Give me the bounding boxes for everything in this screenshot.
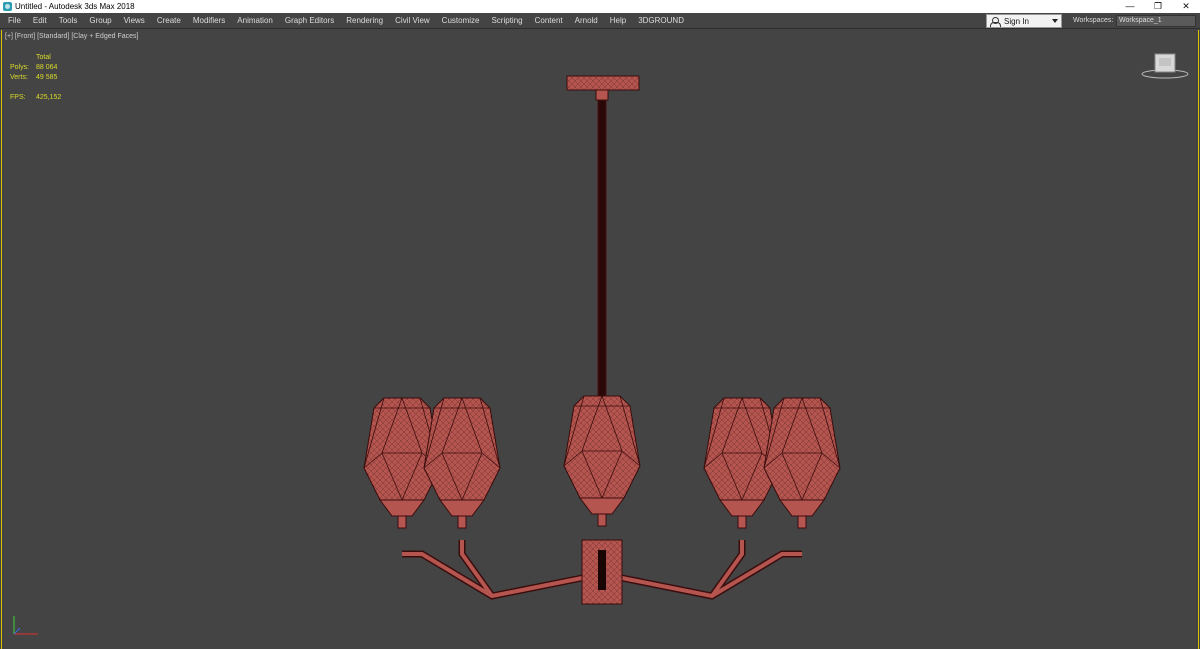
menu-group[interactable]: Group (83, 13, 117, 29)
window-controls: — ❐ ✕ (1116, 0, 1200, 13)
menu-create[interactable]: Create (151, 13, 187, 29)
menu-customize[interactable]: Customize (436, 13, 486, 29)
ceiling-canopy (566, 75, 640, 101)
user-icon (990, 16, 1001, 27)
menu-rendering[interactable]: Rendering (340, 13, 389, 29)
menu-graph-editors[interactable]: Graph Editors (279, 13, 340, 29)
sign-in-label: Sign In (1004, 16, 1029, 26)
axis-tripod-icon (13, 616, 38, 635)
menu-bar: File Edit Tools Group Views Create Modifiers An… (0, 13, 1200, 29)
lamp-shade-far-right (763, 397, 841, 529)
window-title: Untitled - Autodesk 3ds Max 2018 (15, 2, 135, 11)
workspaces-label: Workspaces: (1073, 17, 1114, 24)
menu-edit[interactable]: Edit (27, 13, 53, 29)
menu-arnold[interactable]: Arnold (569, 13, 604, 29)
menu-scripting[interactable]: Scripting (485, 13, 528, 29)
center-hub (581, 539, 623, 605)
sign-in-dropdown[interactable]: Sign In (986, 14, 1062, 28)
menu-3dground[interactable]: 3DGROUND (632, 13, 690, 29)
menu-modifiers[interactable]: Modifiers (187, 13, 231, 29)
minimize-button[interactable]: — (1116, 0, 1144, 13)
menu-civil-view[interactable]: Civil View (389, 13, 436, 29)
lamp-shade-center (563, 395, 641, 527)
workspace-select[interactable]: Workspace_1 (1116, 15, 1196, 27)
chevron-down-icon (1052, 19, 1058, 23)
app-logo-icon (3, 2, 12, 11)
restore-button[interactable]: ❐ (1144, 0, 1172, 13)
hanging-rod (597, 99, 607, 401)
menu-tools[interactable]: Tools (53, 13, 84, 29)
close-button[interactable]: ✕ (1172, 0, 1200, 13)
menu-file[interactable]: File (2, 13, 27, 29)
chandelier-model[interactable] (2, 30, 1198, 649)
viewcube-icon[interactable] (1140, 50, 1190, 80)
menu-views[interactable]: Views (118, 13, 151, 29)
front-viewport[interactable]: [+] [Front] [Standard] [Clay + Edged Fac… (1, 30, 1199, 649)
menu-content[interactable]: Content (529, 13, 569, 29)
menu-animation[interactable]: Animation (231, 13, 279, 29)
menu-help[interactable]: Help (604, 13, 632, 29)
main-menu: File Edit Tools Group Views Create Modifiers An… (0, 13, 690, 29)
lamp-shade-left (423, 397, 501, 529)
title-bar: Untitled - Autodesk 3ds Max 2018 — ❐ ✕ (0, 0, 1200, 13)
